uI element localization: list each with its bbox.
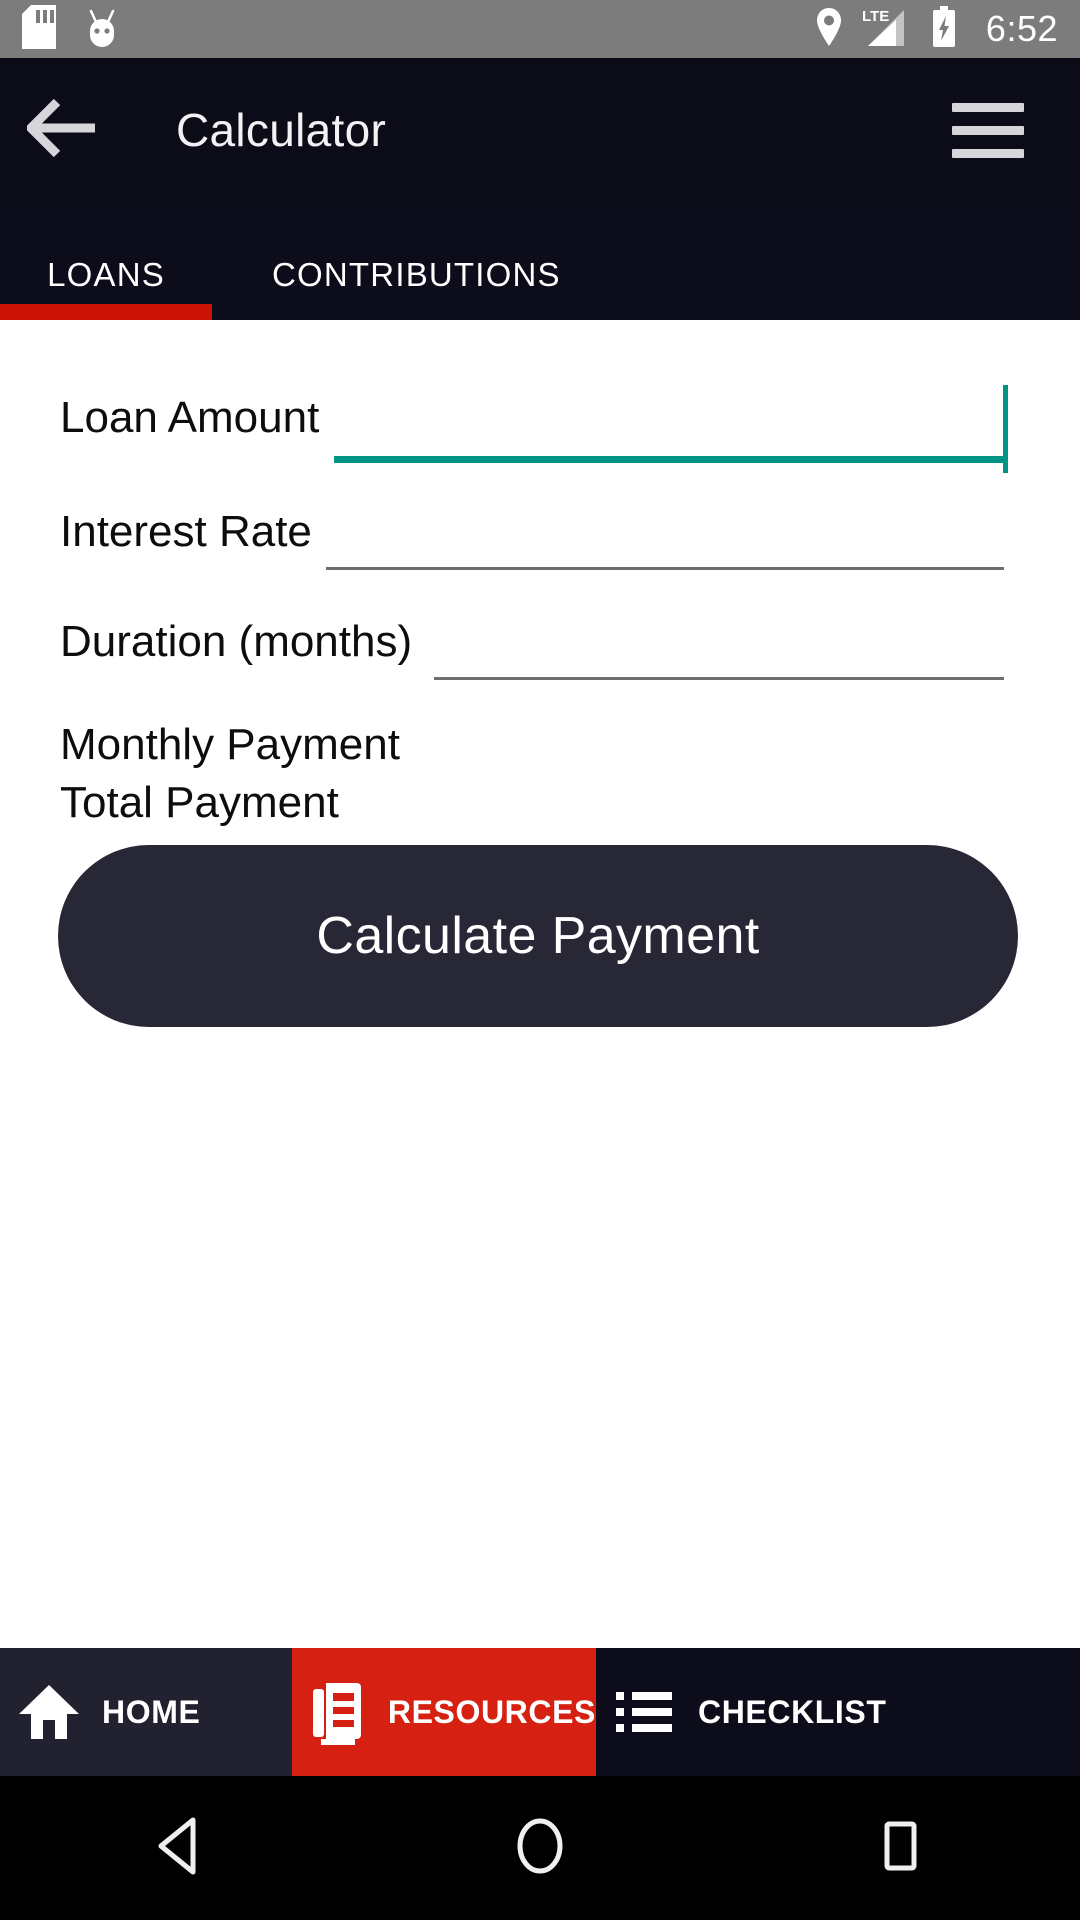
loan-calculator-form: Loan Amount Interest Rate Duration (mont…	[0, 320, 1080, 1648]
total-payment-label: Total Payment	[60, 778, 339, 827]
duration-underline	[434, 677, 1004, 680]
status-bar-right-icons: LTE 6:52	[815, 5, 1058, 53]
nav-item-checklist[interactable]: CHECKLIST	[596, 1648, 1080, 1776]
circle-home-icon	[511, 1815, 569, 1882]
results-summary: Monthly Payment Total Payment	[60, 716, 400, 832]
system-recents-button[interactable]	[720, 1815, 1080, 1882]
duration-label: Duration (months)	[60, 617, 413, 666]
status-bar-left-icons	[22, 4, 122, 54]
hamburger-bar	[952, 102, 1024, 112]
tab-selected-indicator	[0, 304, 212, 320]
arrow-left-icon	[24, 98, 101, 163]
nav-label-checklist: CHECKLIST	[698, 1693, 887, 1730]
tab-loans[interactable]: LOANS	[0, 256, 212, 294]
status-bar: LTE 6:52	[0, 0, 1080, 58]
phone-screen: LTE 6:52 Calculator LOANS CONTRIBUTIONS …	[0, 0, 1080, 1920]
nav-label-resources: RESOURCES	[387, 1693, 596, 1730]
list-icon	[606, 1686, 684, 1738]
page-title: Calculator	[176, 104, 387, 156]
hamburger-bar	[952, 125, 1024, 135]
loan-amount-underline	[334, 456, 1004, 463]
app-bar: Calculator	[0, 58, 1080, 202]
location-pin-icon	[815, 7, 843, 52]
bottom-navigation: HOME RESOURCES CHECKLIST	[0, 1648, 1080, 1776]
battery-charging-icon	[931, 5, 957, 53]
sd-card-icon	[22, 4, 56, 54]
system-navigation-bar	[0, 1776, 1080, 1920]
text-caret	[1003, 385, 1008, 473]
hamburger-bar	[952, 148, 1024, 158]
triangle-back-icon	[151, 1815, 209, 1882]
loan-amount-label: Loan Amount	[60, 393, 320, 442]
interest-rate-label: Interest Rate	[60, 507, 312, 556]
nav-item-home[interactable]: HOME	[0, 1648, 292, 1776]
tab-contributions[interactable]: CONTRIBUTIONS	[272, 256, 561, 294]
android-mascot-icon	[82, 5, 122, 54]
status-bar-clock: 6:52	[985, 8, 1058, 49]
monthly-payment-label: Monthly Payment	[60, 720, 400, 769]
library-book-icon	[306, 1679, 374, 1745]
svg-text:LTE: LTE	[862, 8, 889, 25]
square-recents-icon	[871, 1815, 929, 1882]
system-back-button[interactable]	[0, 1815, 360, 1882]
hamburger-menu-icon[interactable]	[952, 102, 1024, 158]
calculate-payment-button[interactable]: Calculate Payment	[58, 845, 1018, 1027]
lte-signal-icon: LTE	[860, 6, 914, 53]
nav-item-resources[interactable]: RESOURCES	[292, 1648, 596, 1776]
nav-label-home: HOME	[102, 1693, 201, 1730]
tab-bar: LOANS CONTRIBUTIONS	[0, 202, 1080, 320]
back-button[interactable]	[0, 98, 128, 163]
home-icon	[10, 1682, 88, 1742]
system-home-button[interactable]	[360, 1815, 720, 1882]
interest-rate-underline	[326, 567, 1004, 570]
